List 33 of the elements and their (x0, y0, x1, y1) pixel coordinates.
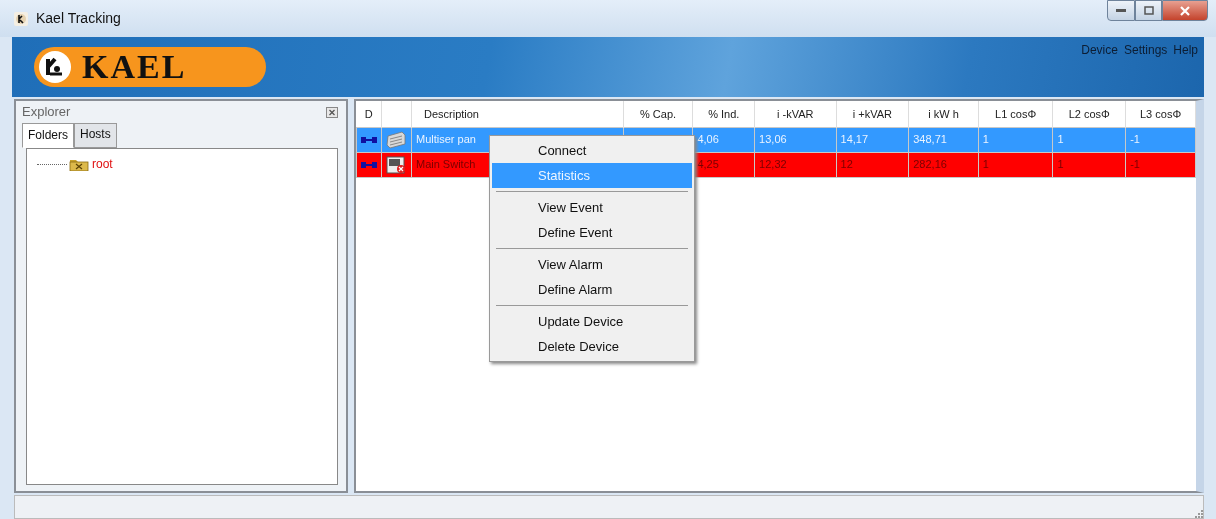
close-icon (1179, 5, 1191, 16)
app-icon (14, 11, 28, 26)
window-title: Kael Tracking (36, 9, 121, 28)
menu-item[interactable]: View Alarm (492, 252, 692, 277)
menu-item[interactable]: View Event (492, 195, 692, 220)
menu-item[interactable]: Define Alarm (492, 277, 692, 302)
panel-title: Explorer (22, 103, 71, 122)
folder-icon (69, 157, 89, 171)
connection-icon (361, 136, 377, 145)
close-icon[interactable] (326, 106, 338, 118)
table-cell: 348,71 (908, 127, 979, 152)
table-cell: 4,06 (692, 127, 755, 152)
table-cell: 13,06 (754, 127, 837, 152)
tree-item[interactable]: root (92, 155, 113, 173)
minimize-icon (1116, 8, 1126, 13)
maximize-button[interactable] (1135, 0, 1162, 21)
table-cell: -1 (1125, 127, 1196, 152)
resize-grip-icon[interactable] (1193, 508, 1203, 518)
table-cell: 14,17 (836, 127, 909, 152)
close-button[interactable] (1162, 0, 1208, 21)
table-cell: 1 (1052, 127, 1126, 152)
logo-icon (38, 50, 72, 84)
logo-text: KAEL (82, 50, 187, 84)
menu-item[interactable]: Define Event (492, 220, 692, 245)
table-cell: 12,32 (754, 152, 837, 177)
menu-item[interactable]: Delete Device (492, 334, 692, 359)
maximize-icon (1143, 6, 1154, 15)
tab[interactable]: Hosts (74, 123, 117, 148)
table-cell: 1 (978, 127, 1053, 152)
tab[interactable]: Folders (22, 123, 74, 148)
menu-item[interactable]: Update Device (492, 309, 692, 334)
minimize-button[interactable] (1107, 0, 1135, 21)
connection-icon (361, 161, 377, 170)
